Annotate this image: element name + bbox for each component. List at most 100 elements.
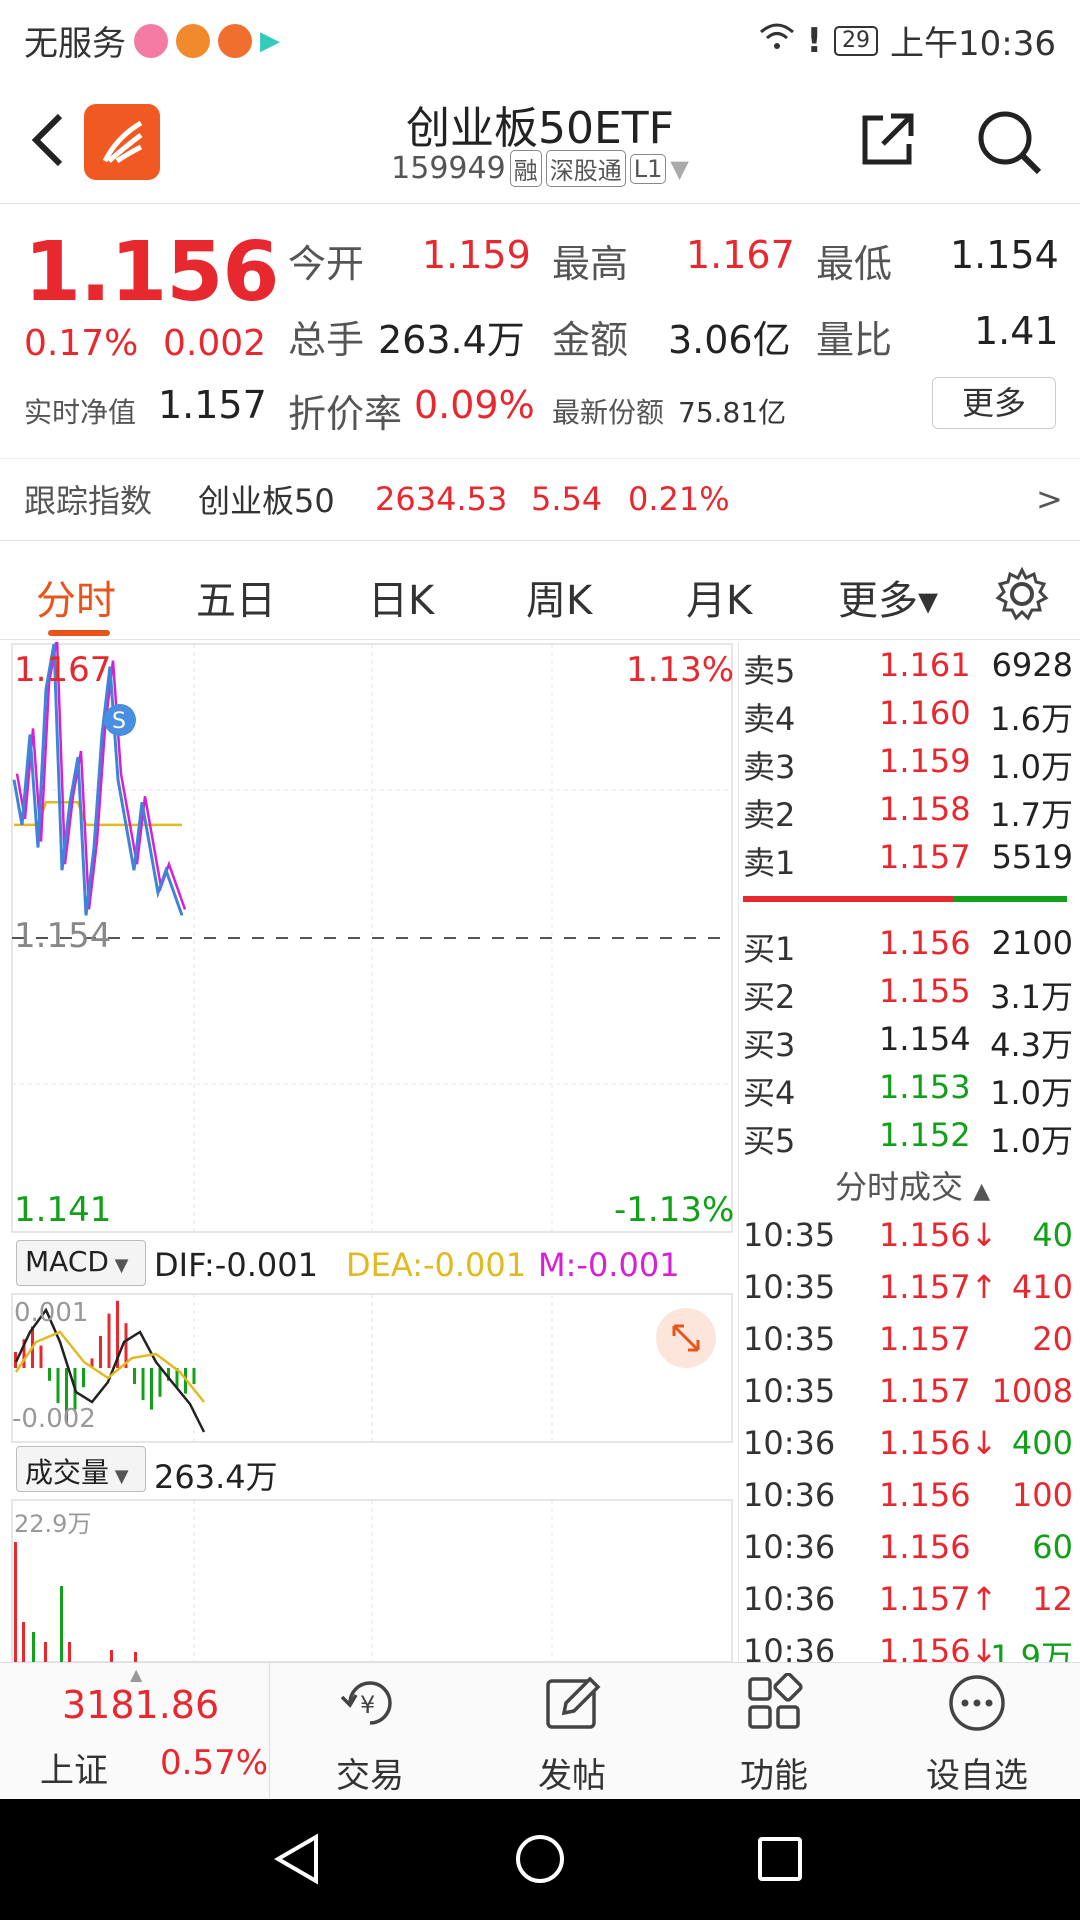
more-button[interactable]: 更多 [932, 377, 1056, 429]
stock-header: 创业板50ETF 159949 融 深股通 L1 ▼ [0, 74, 1080, 204]
tab-more[interactable]: 更多▾ [838, 568, 938, 626]
app-notification-icon [176, 23, 210, 58]
tab-weekly-k[interactable]: 周K [526, 568, 592, 626]
trade-volume: 100 [1011, 1476, 1073, 1514]
high-value: 1.167 [686, 233, 795, 277]
ask-volume: 6928 [991, 646, 1073, 684]
divider [0, 540, 1080, 541]
ask-row[interactable]: 卖5 1.161 6928 [739, 646, 1080, 694]
triangle-up-icon: ▲ [973, 1179, 991, 1204]
trades-title-label: 分时成交 [835, 1168, 964, 1206]
nav-home-icon[interactable] [514, 1833, 566, 1885]
bid-row[interactable]: 买4 1.153 1.0万 [739, 1068, 1080, 1116]
trade-price: 1.157 [879, 1372, 971, 1410]
macd-bar [192, 1368, 196, 1384]
tab-five-day[interactable]: 五日 [196, 568, 276, 626]
macd-bar [150, 1368, 153, 1410]
index-ticker-pct: 0.57% [160, 1743, 269, 1783]
volume-indicator-select[interactable]: 成交量 ▼ [16, 1446, 146, 1492]
change-abs: 0.002 [163, 323, 267, 364]
ask-price: 1.159 [879, 742, 971, 780]
trade-volume: 12 [1032, 1580, 1073, 1618]
bid-row[interactable]: 买3 1.154 4.3万 [739, 1020, 1080, 1068]
tab-intraday[interactable]: 分时 [36, 568, 116, 626]
trade-time: 10:36 [743, 1528, 836, 1566]
bid-volume: 2100 [991, 924, 1073, 962]
bid-price: 1.153 [879, 1068, 971, 1106]
trade-price: 1.157↑ [879, 1268, 998, 1306]
trade-button[interactable]: ¥ 交易 [295, 1673, 445, 1797]
volume-value: 263.4万 [378, 318, 525, 362]
last-price: 1.156 [24, 225, 279, 320]
bid-volume: 1.0万 [990, 1074, 1073, 1112]
bid-level-label: 买5 [743, 1122, 796, 1160]
index-ticker[interactable]: ▲ 3181.86 上证 0.57% [0, 1663, 270, 1800]
trade-volume: 60 [1032, 1528, 1073, 1566]
intraday-chart[interactable]: S 1.167 1.13% 1.154 1.141 -1.13% MACD ▼ … [0, 637, 735, 1670]
macd-top-value: 0.001 [14, 1298, 89, 1328]
volume-max: 22.9万 [14, 1510, 92, 1538]
connect-tag: 深股通 [545, 150, 626, 187]
low-label: 最低 [816, 242, 893, 286]
bottom-bar: ▲ 3181.86 上证 0.57% ¥ 交易 发帖 功能 设自选 [0, 1662, 1080, 1800]
tracking-index-pct: 0.21% [628, 479, 730, 518]
volume-total: 263.4万 [154, 1458, 278, 1496]
macd-bar [158, 1368, 162, 1397]
bid-price: 1.154 [879, 1020, 971, 1058]
bid-level-label: 买4 [743, 1074, 796, 1112]
ask-level-label: 卖2 [743, 796, 796, 834]
bid-ask-ratio-bar [743, 896, 1067, 902]
post-button[interactable]: 发帖 [497, 1673, 647, 1797]
bid-level-label: 买1 [743, 930, 796, 968]
index-ticker-name: 上证 [40, 1751, 108, 1791]
trades-title[interactable]: 分时成交 ▲ [835, 1162, 990, 1208]
macd-bar [141, 1368, 145, 1400]
bid-row[interactable]: 买2 1.155 3.1万 [739, 972, 1080, 1020]
nav-back-icon[interactable] [272, 1833, 324, 1885]
add-watchlist-button[interactable]: 设自选 [902, 1673, 1052, 1797]
bid-row[interactable]: 买5 1.152 1.0万 [739, 1116, 1080, 1164]
high-label: 最高 [552, 242, 629, 286]
bid-price: 1.152 [879, 1116, 971, 1154]
indicator-select[interactable]: MACD ▼ [16, 1240, 146, 1286]
margin-tag: 融 [509, 150, 542, 187]
ask-volume: 1.7万 [990, 796, 1073, 834]
functions-button[interactable]: 功能 [699, 1672, 849, 1797]
shares-label: 最新份额 [552, 396, 665, 429]
nav-recents-icon[interactable] [756, 1835, 804, 1883]
status-bar: 无服务 ▶ ! 29 上午10:36 [0, 0, 1080, 74]
ask-price: 1.160 [879, 694, 971, 732]
bid-volume: 3.1万 [990, 978, 1073, 1016]
ask-volume: 1.0万 [990, 748, 1073, 786]
trade-row: 10:35 1.156↓ 40 [739, 1216, 1080, 1268]
trade-volume: 40 [1032, 1216, 1073, 1254]
ask-row[interactable]: 卖3 1.159 1.0万 [739, 742, 1080, 790]
chevron-right-icon: > [1036, 479, 1063, 518]
tracking-index-row[interactable]: 跟踪指数 创业板50 2634.53 5.54 0.21% > [0, 458, 1080, 538]
vol-ratio-value: 1.41 [974, 309, 1059, 353]
trade-time: 10:36 [743, 1476, 836, 1514]
trade-time: 10:35 [743, 1320, 836, 1358]
nav-value: 1.157 [158, 383, 267, 427]
share-icon[interactable] [855, 108, 919, 176]
app-notification-icon [134, 23, 168, 58]
ask-row[interactable]: 卖2 1.158 1.7万 [739, 790, 1080, 838]
macd-bar [133, 1368, 136, 1384]
gear-icon[interactable] [994, 566, 1050, 626]
trade-price: 1.156 [879, 1476, 971, 1514]
chevron-down-icon: ▼ [670, 154, 689, 183]
svg-text:¥: ¥ [360, 1691, 375, 1719]
amount-label: 金额 [552, 318, 629, 362]
bid-volume: 4.3万 [990, 1026, 1073, 1064]
volume-indicator-name: 成交量 [25, 1456, 110, 1489]
trade-row: 10:36 1.156 60 [739, 1528, 1080, 1580]
bid-price: 1.156 [879, 924, 971, 962]
ask-row[interactable]: 卖4 1.160 1.6万 [739, 694, 1080, 742]
search-icon[interactable] [975, 108, 1045, 182]
ask-row[interactable]: 卖1 1.157 5519 [739, 838, 1080, 886]
tab-monthly-k[interactable]: 月K [686, 568, 752, 626]
macd-bar [99, 1336, 102, 1368]
tab-daily-k[interactable]: 日K [368, 568, 434, 626]
bid-row[interactable]: 买1 1.156 2100 [739, 924, 1080, 972]
post-label: 发帖 [538, 1756, 606, 1796]
